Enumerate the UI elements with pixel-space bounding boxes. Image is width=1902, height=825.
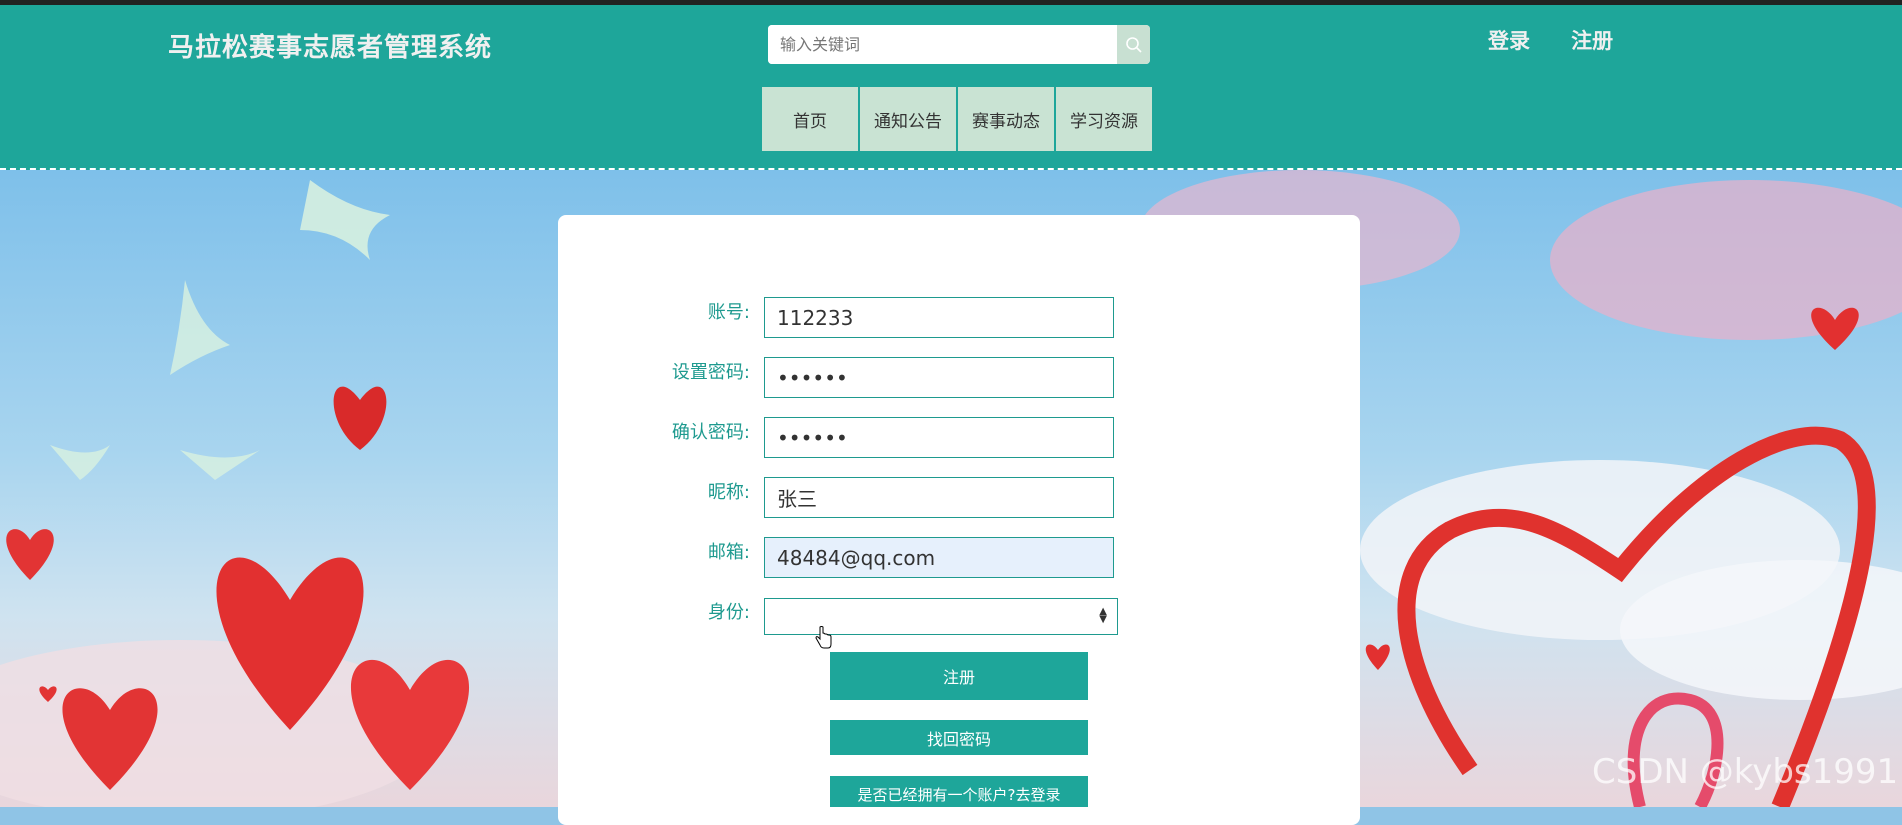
password-input[interactable] (764, 357, 1114, 398)
main-nav: 首页 通知公告 赛事动态 学习资源 (762, 87, 1154, 151)
login-link[interactable]: 登录 (1488, 29, 1530, 53)
register-link[interactable]: 注册 (1571, 29, 1613, 53)
password-label: 设置密码: (671, 362, 750, 383)
email-label: 邮箱: (707, 542, 750, 563)
select-arrows-icon: ▲ ▼ (1099, 606, 1107, 625)
register-button[interactable]: 注册 (830, 652, 1088, 700)
confirm-password-label: 确认密码: (671, 422, 750, 443)
search-box (768, 25, 1150, 64)
email-input[interactable] (764, 537, 1114, 578)
nickname-input[interactable] (764, 477, 1114, 518)
nickname-label: 昵称: (707, 482, 750, 503)
identity-label: 身份: (707, 602, 750, 623)
search-icon (1125, 36, 1142, 53)
nav-item-notices[interactable]: 通知公告 (860, 87, 956, 151)
account-input[interactable] (764, 297, 1114, 338)
hand-cursor-icon (815, 626, 832, 649)
search-button[interactable] (1117, 25, 1150, 64)
account-label: 账号: (707, 302, 750, 323)
nav-item-learning[interactable]: 学习资源 (1056, 87, 1152, 151)
search-input[interactable] (768, 25, 1120, 64)
site-header: 马拉松赛事志愿者管理系统 登录 注册 首页 通知公告 赛事动态 学习资源 (0, 5, 1902, 170)
site-title: 马拉松赛事志愿者管理系统 (168, 33, 493, 63)
auth-links: 登录 注册 (1488, 25, 1649, 55)
nav-item-race-news[interactable]: 赛事动态 (958, 87, 1054, 151)
go-login-link[interactable]: 是否已经拥有一个账户?去登录 (830, 776, 1088, 807)
nav-item-home[interactable]: 首页 (762, 87, 858, 151)
confirm-password-input[interactable] (764, 417, 1114, 458)
watermark: CSDN @kybs1991 (1592, 752, 1899, 792)
forgot-password-button[interactable]: 找回密码 (830, 720, 1088, 755)
